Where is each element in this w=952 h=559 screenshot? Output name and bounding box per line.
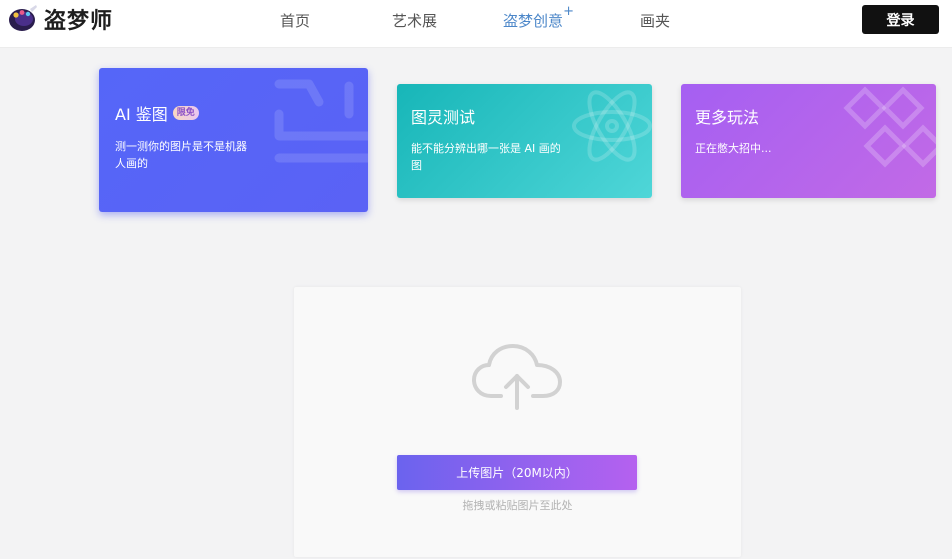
card-turing-title: 图灵测试 (411, 108, 476, 127)
diamond-grid-icon (843, 86, 936, 168)
app-name: 盗梦师 (44, 9, 114, 34)
drag-paste-hint: 拖拽或粘贴图片至此处 (462, 499, 573, 512)
free-badge: 限免 (172, 106, 199, 120)
top-navbar: 盗梦师 首页 艺术展 盗梦创意 + 画夹 登录 (0, 0, 952, 48)
upload-dropzone[interactable]: 上传图片（20M以内） 拖拽或粘贴图片至此处 (294, 287, 741, 557)
atom-icon (572, 90, 652, 162)
card-turing-test[interactable]: 图灵测试 能不能分辨出哪一张是 AI 画的图 (397, 84, 652, 198)
steam-outline-icon (274, 79, 368, 163)
card-more-description: 正在憋大招中... (695, 142, 772, 155)
card-more-title: 更多玩法 (695, 108, 760, 127)
palette-icon (9, 5, 37, 31)
nav-item-home[interactable]: 首页 (280, 10, 310, 31)
card-ai-title: AI 鉴图 限免 (115, 101, 199, 125)
login-button[interactable]: 登录 (862, 5, 939, 34)
nav-item-folder[interactable]: 画夹 (640, 10, 670, 31)
logo[interactable]: 盗梦师 (8, 5, 114, 34)
nav-item-creative-label: 盗梦创意 (503, 12, 564, 30)
upload-image-button[interactable]: 上传图片（20M以内） (397, 455, 637, 490)
card-turing-description: 能不能分辨出哪一张是 AI 画的图 (411, 142, 561, 172)
nav-item-art-exhibition[interactable]: 艺术展 (392, 10, 437, 31)
card-ai-description: 测一测你的图片是不是机器人画的 (115, 140, 247, 170)
card-ai-title-text: AI 鉴图 (115, 105, 168, 124)
cloud-upload-icon (472, 344, 562, 410)
card-more-features[interactable]: 更多玩法 正在憋大招中... (681, 84, 936, 198)
nav-item-creative[interactable]: 盗梦创意 + (503, 4, 574, 31)
plus-icon: + (563, 4, 575, 19)
card-ai-identify[interactable]: AI 鉴图 限免 测一测你的图片是不是机器人画的 (99, 68, 368, 212)
